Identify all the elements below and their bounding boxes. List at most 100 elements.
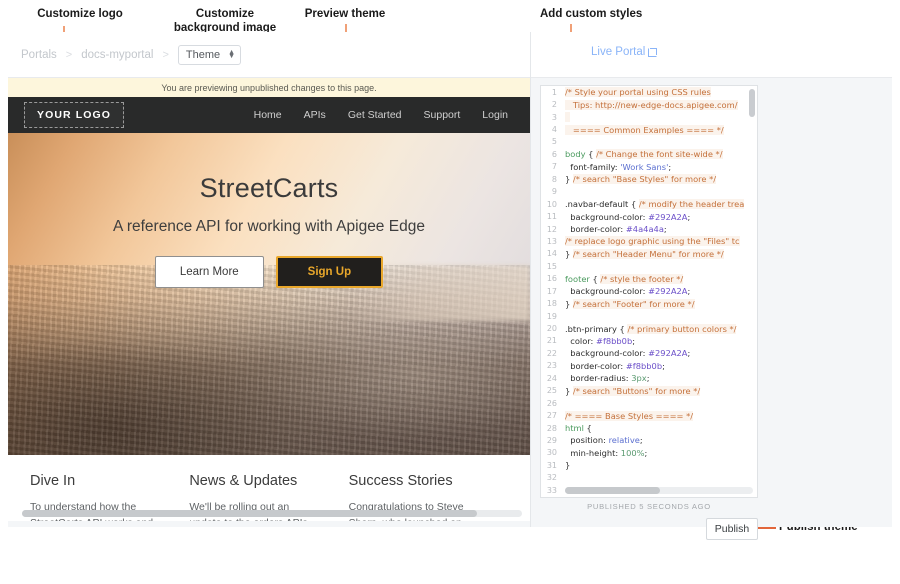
- code-line[interactable]: 13/* replace logo graphic using the "Fil…: [541, 235, 757, 247]
- code-line[interactable]: 17 background-color: #292A2A;: [541, 285, 757, 297]
- nav-link-home[interactable]: Home: [254, 109, 282, 121]
- code-line[interactable]: 3: [541, 111, 757, 123]
- hero-title: StreetCarts: [8, 173, 530, 204]
- code-token: 3px: [631, 373, 646, 383]
- editor-vertical-scrollbar[interactable]: [749, 89, 755, 117]
- code-token: ;: [664, 224, 667, 234]
- code-token: /* primary button colors */: [627, 324, 736, 334]
- nav-link-login[interactable]: Login: [482, 109, 508, 121]
- code-line[interactable]: 5: [541, 136, 757, 148]
- code-line-content[interactable]: position: relative;: [561, 435, 757, 445]
- line-number: 28: [541, 424, 561, 433]
- code-line-content[interactable]: border-color: #f8bb0b;: [561, 361, 757, 371]
- code-line[interactable]: 6body { /* Change the font site-wide */: [541, 148, 757, 160]
- code-line-content[interactable]: footer { /* style the footer */: [561, 274, 757, 284]
- code-line[interactable]: 11 background-color: #292A2A;: [541, 210, 757, 222]
- code-line[interactable]: 22 background-color: #292A2A;: [541, 347, 757, 359]
- code-token: }: [565, 299, 573, 309]
- code-token: /* search "Base Styles" for more */: [573, 174, 716, 184]
- portal-preview-frame: You are previewing unpublished changes t…: [8, 78, 530, 521]
- code-line-content[interactable]: background-color: #292A2A;: [561, 286, 757, 296]
- code-line[interactable]: 21 color: #f8bb0b;: [541, 335, 757, 347]
- logo-placeholder[interactable]: YOUR LOGO: [24, 102, 124, 128]
- code-line[interactable]: 27/* ==== Base Styles ==== */: [541, 409, 757, 421]
- live-portal-label: Live Portal: [591, 46, 645, 58]
- code-line-content[interactable]: font-family: 'Work Sans';: [561, 162, 757, 172]
- code-line-content[interactable]: Tips: http://new-edge-docs.apigee.com/: [561, 100, 757, 110]
- code-line[interactable]: 2 Tips: http://new-edge-docs.apigee.com/: [541, 98, 757, 110]
- code-line[interactable]: 19: [541, 310, 757, 322]
- code-token: ;: [687, 348, 690, 358]
- publish-button[interactable]: Publish: [706, 518, 758, 540]
- code-line-content[interactable]: /* replace logo graphic using the "Files…: [561, 236, 757, 246]
- code-line[interactable]: 32: [541, 472, 757, 484]
- code-line[interactable]: 24 border-radius: 3px;: [541, 372, 757, 384]
- learn-more-button[interactable]: Learn More: [155, 256, 264, 288]
- screenshot-root: Customize logo Customize background imag…: [0, 0, 900, 584]
- theme-editor-app: Portals > docs-myportal > Theme ▲▼ Live …: [8, 32, 892, 527]
- annotation-customize-logo: Customize logo: [20, 8, 140, 22]
- css-code-editor[interactable]: 1/* Style your portal using CSS rules2 T…: [540, 85, 758, 498]
- code-line[interactable]: 15: [541, 260, 757, 272]
- code-line-content[interactable]: min-height: 100%;: [561, 448, 757, 458]
- css-code-lines[interactable]: 1/* Style your portal using CSS rules2 T…: [541, 86, 757, 496]
- line-number: 10: [541, 200, 561, 209]
- code-token: background-color:: [565, 348, 648, 358]
- code-token: /* search "Header Menu" for more */: [573, 249, 724, 259]
- code-token: }: [565, 249, 573, 259]
- code-line-content[interactable]: } /* search "Buttons" for more */: [561, 386, 757, 396]
- theme-select[interactable]: Theme ▲▼: [178, 45, 241, 65]
- code-line[interactable]: 8} /* search "Base Styles" for more */: [541, 173, 757, 185]
- preview-horizontal-scrollbar[interactable]: [22, 510, 522, 517]
- code-line[interactable]: 20.btn-primary { /* primary button color…: [541, 322, 757, 334]
- code-line-content[interactable]: body { /* Change the font site-wide */: [561, 149, 757, 159]
- code-line[interactable]: 28html {: [541, 422, 757, 434]
- line-number: 13: [541, 237, 561, 246]
- live-portal-link[interactable]: Live Portal: [591, 46, 657, 58]
- sign-up-button[interactable]: Sign Up: [276, 256, 383, 288]
- code-line[interactable]: 12 border-color: #4a4a4a;: [541, 223, 757, 235]
- code-line[interactable]: 10.navbar-default { /* modify the header…: [541, 198, 757, 210]
- code-line-content[interactable]: } /* search "Footer" for more */: [561, 299, 757, 309]
- line-number: 11: [541, 212, 561, 221]
- code-line[interactable]: 26: [541, 397, 757, 409]
- breadcrumb-item-docs-myportal[interactable]: docs-myportal: [81, 49, 153, 61]
- code-line-content[interactable]: }: [561, 460, 757, 470]
- code-line-content[interactable]: border-color: #4a4a4a;: [561, 224, 757, 234]
- code-line[interactable]: 29 position: relative;: [541, 434, 757, 446]
- nav-link-get-started[interactable]: Get Started: [348, 109, 402, 121]
- code-line-content[interactable]: } /* search "Base Styles" for more */: [561, 174, 757, 184]
- code-line[interactable]: 14} /* search "Header Menu" for more */: [541, 248, 757, 260]
- breadcrumb-item-portals[interactable]: Portals: [21, 49, 57, 61]
- code-line-content[interactable]: html {: [561, 423, 757, 433]
- editor-horizontal-scrollbar[interactable]: [565, 487, 753, 494]
- portal-site: You are previewing unpublished changes t…: [8, 78, 530, 521]
- code-line[interactable]: 23 border-color: #f8bb0b;: [541, 360, 757, 372]
- code-token: /* search "Buttons" for more */: [573, 386, 700, 396]
- code-line[interactable]: 9: [541, 186, 757, 198]
- code-line-content[interactable]: } /* search "Header Menu" for more */: [561, 249, 757, 259]
- code-line-content[interactable]: /* ==== Base Styles ==== */: [561, 411, 757, 421]
- code-token: {: [588, 149, 596, 159]
- code-token: border-radius:: [565, 373, 631, 383]
- code-line-content[interactable]: [561, 112, 757, 122]
- code-line-content[interactable]: ==== Common Examples ==== */: [561, 125, 757, 135]
- code-line[interactable]: 16footer { /* style the footer */: [541, 273, 757, 285]
- code-line[interactable]: 31}: [541, 459, 757, 471]
- nav-link-support[interactable]: Support: [424, 109, 461, 121]
- code-line-content[interactable]: .btn-primary { /* primary button colors …: [561, 324, 757, 334]
- code-line[interactable]: 18} /* search "Footer" for more */: [541, 297, 757, 309]
- code-line[interactable]: 1/* Style your portal using CSS rules: [541, 86, 757, 98]
- code-line-content[interactable]: background-color: #292A2A;: [561, 348, 757, 358]
- code-line-content[interactable]: color: #f8bb0b;: [561, 336, 757, 346]
- code-line[interactable]: 25} /* search "Buttons" for more */: [541, 385, 757, 397]
- code-line-content[interactable]: background-color: #292A2A;: [561, 212, 757, 222]
- css-editor-pane: 1/* Style your portal using CSS rules2 T…: [531, 78, 892, 527]
- code-line-content[interactable]: .navbar-default { /* modify the header t…: [561, 199, 757, 209]
- nav-link-apis[interactable]: APIs: [304, 109, 326, 121]
- code-line-content[interactable]: border-radius: 3px;: [561, 373, 757, 383]
- code-line-content[interactable]: /* Style your portal using CSS rules: [561, 87, 757, 97]
- code-line[interactable]: 4 ==== Common Examples ==== */: [541, 123, 757, 135]
- code-line[interactable]: 30 min-height: 100%;: [541, 447, 757, 459]
- code-line[interactable]: 7 font-family: 'Work Sans';: [541, 161, 757, 173]
